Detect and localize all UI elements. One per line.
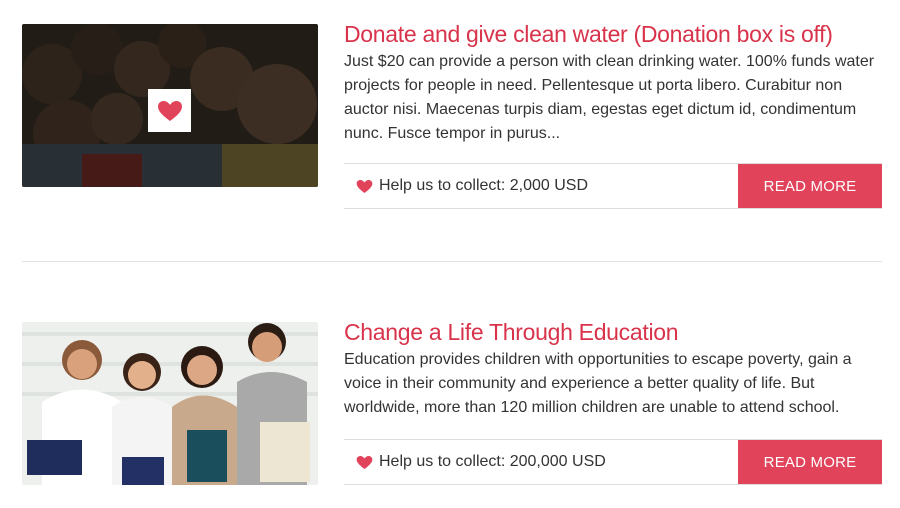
campaign-title[interactable]: Donate and give clean water (Donation bo… [344, 20, 882, 48]
donation-heart-badge[interactable] [148, 89, 191, 132]
campaign-image-students[interactable] [22, 322, 318, 485]
campaign-title[interactable]: Change a Life Through Education [344, 318, 882, 346]
read-more-button[interactable]: READ MORE [738, 164, 882, 208]
campaign-description: Education provides children with opportu… [344, 351, 852, 416]
campaign-image-children[interactable] [22, 24, 318, 187]
campaign-description: Just $20 can provide a person with clean… [344, 53, 875, 142]
donation-goal-text: Help us to collect: 2,000 USD [379, 177, 588, 194]
donation-goal-bar: Help us to collect: 200,000 USD READ MOR… [344, 439, 882, 485]
campaign-content: Donate and give clean water (Donation bo… [344, 21, 882, 146]
donation-goal-bar: Help us to collect: 2,000 USD READ MORE [344, 163, 882, 209]
heart-icon [356, 455, 373, 470]
students-photo [22, 322, 318, 485]
donation-goal: Help us to collect: 2,000 USD [356, 164, 588, 208]
heart-icon [157, 100, 182, 121]
donation-goal-text: Help us to collect: 200,000 USD [379, 453, 606, 470]
divider [22, 261, 882, 262]
heart-icon [356, 179, 373, 194]
campaign-content: Change a Life Through Education Educatio… [344, 319, 882, 420]
donation-goal: Help us to collect: 200,000 USD [356, 440, 606, 484]
read-more-button[interactable]: READ MORE [738, 440, 882, 484]
